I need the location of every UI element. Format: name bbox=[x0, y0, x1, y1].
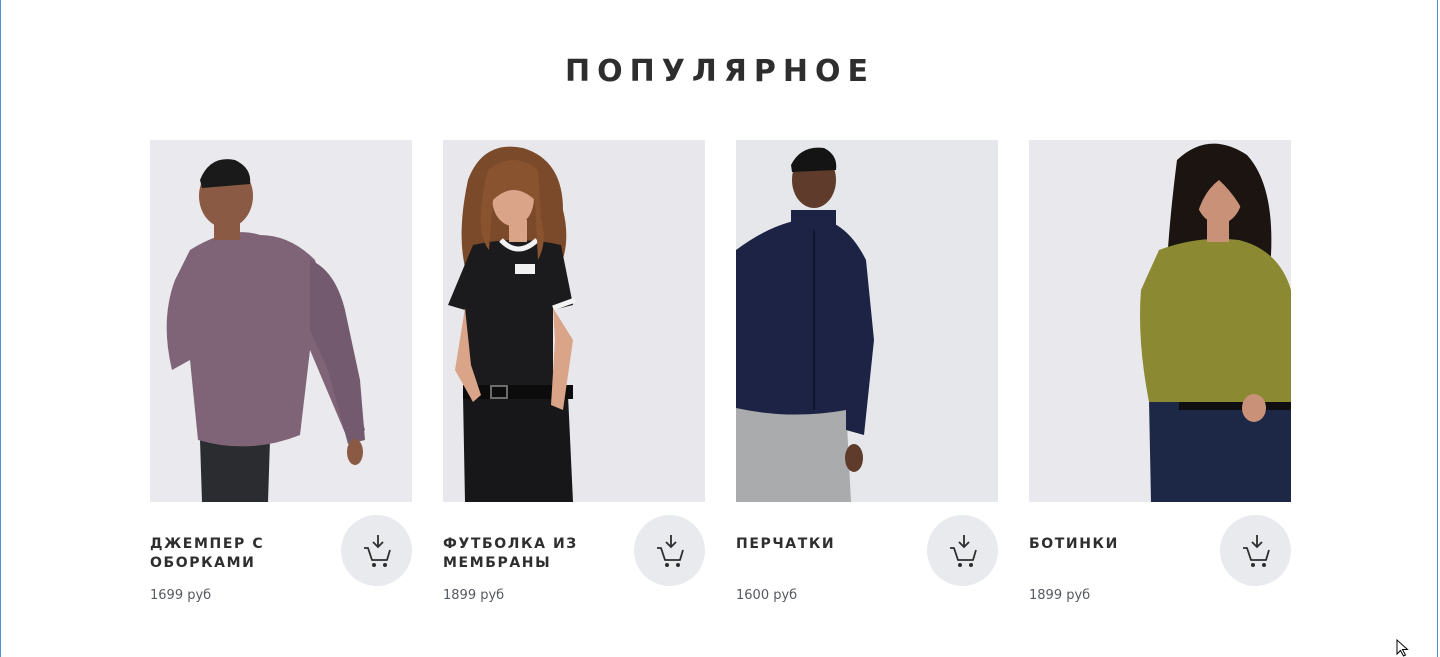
product-grid: ДЖЕМПЕР С ОБОРКАМИ 1699 руб ФУТБОЛКА ИЗ … bbox=[150, 140, 1291, 622]
download-to-cart-icon bbox=[656, 534, 684, 567]
product-price: 1600 руб bbox=[736, 588, 798, 603]
add-to-cart-button[interactable] bbox=[927, 515, 998, 586]
product-image-man-jumper bbox=[150, 140, 412, 502]
mouse-cursor-icon bbox=[1396, 639, 1409, 657]
product-image-man-cardigan bbox=[736, 140, 998, 502]
product-card[interactable]: БОТИНКИ 1899 руб bbox=[1029, 140, 1291, 622]
download-to-cart-icon bbox=[1242, 534, 1270, 567]
product-photo[interactable] bbox=[1029, 140, 1291, 502]
product-card[interactable]: ДЖЕМПЕР С ОБОРКАМИ 1699 руб bbox=[150, 140, 412, 622]
section-title: ПОПУЛЯРНОЕ bbox=[565, 54, 875, 89]
product-price: 1899 руб bbox=[1029, 588, 1091, 603]
add-to-cart-button[interactable] bbox=[341, 515, 412, 586]
product-price: 1699 руб bbox=[150, 588, 212, 603]
product-price: 1899 руб bbox=[443, 588, 505, 603]
product-photo[interactable] bbox=[443, 140, 705, 502]
product-card[interactable]: ПЕРЧАТКИ 1600 руб bbox=[736, 140, 998, 622]
product-image-woman-sweater bbox=[1029, 140, 1291, 502]
download-to-cart-icon bbox=[949, 534, 977, 567]
product-name[interactable]: ФУТБОЛКА ИЗ МЕМБРАНЫ bbox=[443, 535, 623, 573]
add-to-cart-button[interactable] bbox=[1220, 515, 1291, 586]
product-name[interactable]: ДЖЕМПЕР С ОБОРКАМИ bbox=[150, 535, 330, 573]
add-to-cart-button[interactable] bbox=[634, 515, 705, 586]
product-card[interactable]: ФУТБОЛКА ИЗ МЕМБРАНЫ 1899 руб bbox=[443, 140, 705, 622]
product-name[interactable]: БОТИНКИ bbox=[1029, 535, 1209, 554]
download-to-cart-icon bbox=[363, 534, 391, 567]
product-image-woman-tshirt bbox=[443, 140, 705, 502]
product-name[interactable]: ПЕРЧАТКИ bbox=[736, 535, 916, 554]
product-photo[interactable] bbox=[150, 140, 412, 502]
product-photo[interactable] bbox=[736, 140, 998, 502]
